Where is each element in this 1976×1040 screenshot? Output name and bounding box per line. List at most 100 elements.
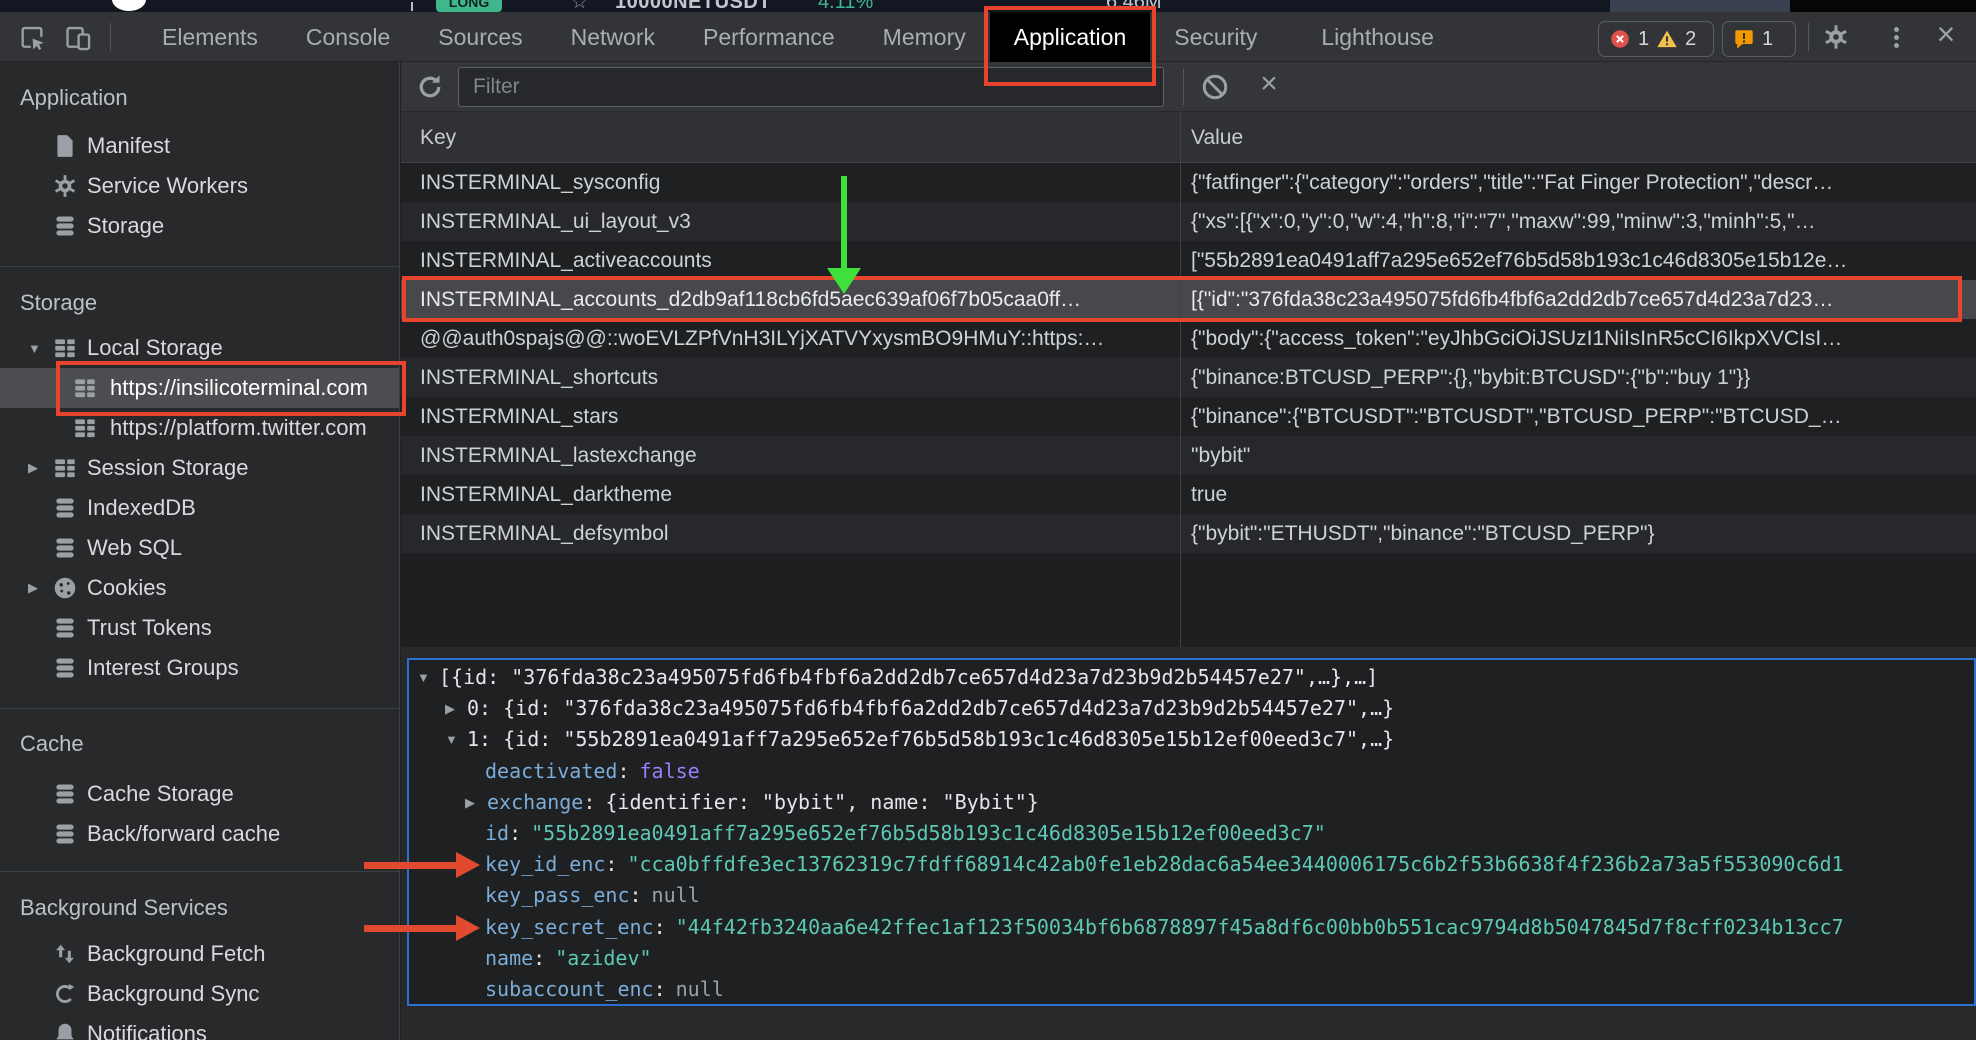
storage-value-preview[interactable]: ▼[{id: "376fda38c23a495075fd6fb4fbf6a2dd… [407,658,1976,1006]
sidebar-item-background-sync[interactable]: Background Sync [0,974,399,1014]
sidebar-item-interest-groups[interactable]: Interest Groups [0,648,399,688]
sidebar-item-cache-storage[interactable]: Cache Storage [0,774,399,814]
preview-line: ▶0: {id: "376fda38c23a495075fd6fb4fbf6a2… [409,693,1974,724]
sidebar-item-storage[interactable]: Storage [0,206,399,246]
toolbar-divider [1808,23,1809,51]
sidebar-item-label: Interest Groups [87,655,239,681]
disclosure-triangle-icon[interactable]: ▼ [417,662,439,693]
column-header-key[interactable]: Key [420,112,456,163]
tab-security[interactable]: Security [1150,12,1281,62]
tab-application[interactable]: Application [990,12,1151,62]
key-value-separator: : [617,759,629,783]
key-value-separator: : [630,883,642,907]
sidebar-item-cookies[interactable]: ▶ Cookies [0,568,399,608]
table-row[interactable]: INSTERMINAL_defsymbol {"bybit":"ETHUSDT"… [401,514,1976,553]
bell-icon [52,1021,78,1040]
toolbar-divider [110,23,111,51]
table-row[interactable]: INSTERMINAL_sysconfig {"fatfinger":{"cat… [401,163,1976,202]
sync-arrows-icon [52,981,78,1007]
volume-value: 6.46M [1106,0,1162,12]
sidebar-item-manifest[interactable]: Manifest [0,126,399,166]
database-icon [52,781,78,807]
disclosure-triangle-icon[interactable]: ▶ [445,693,467,724]
issues-icon [1733,28,1755,50]
chevron-down-icon[interactable]: ▼ [28,341,52,356]
table-row[interactable]: INSTERMINAL_lastexchange "bybit" [401,436,1976,475]
sidebar-item-label: Web SQL [87,535,182,561]
settings-gear-icon[interactable] [1822,23,1850,51]
preview-text: 1: {id: "55b2891ea0491aff7a295e652ef76b5… [467,727,1394,751]
sidebar-item-web-sql[interactable]: Web SQL [0,528,399,568]
table-row[interactable]: INSTERMINAL_ui_layout_v3 {"xs":[{"x":0,"… [401,202,1976,241]
sidebar-item-indexeddb[interactable]: IndexedDB [0,488,399,528]
sidebar-item-twitter-origin[interactable]: https://platform.twitter.com [0,408,399,448]
device-toolbar-icon[interactable] [64,24,92,52]
row-value: true [1180,483,1976,507]
sidebar-item-label: Background Fetch [87,941,266,967]
table-row[interactable]: INSTERMINAL_stars {"binance":{"BTCUSDT":… [401,397,1976,436]
preview-property-key-secret-enc: key_secret_enc:"44f42fb3240aa6e42ffec1af… [409,912,1974,943]
column-header-value[interactable]: Value [1191,112,1243,163]
sidebar-item-service-workers[interactable]: Service Workers [0,166,399,206]
tab-network[interactable]: Network [547,12,679,62]
sidebar-item-back-forward-cache[interactable]: Back/forward cache [0,814,399,854]
table-row[interactable]: @@auth0spajs@@::woEVLZPfVnH3ILYjXATVYxys… [401,319,1976,358]
kebab-menu-icon[interactable] [1888,24,1904,51]
symbol-ticker: 10000NETUSDT [615,0,771,12]
preview-line: ▼[{id: "376fda38c23a495075fd6fb4fbf6a2dd… [409,662,1974,693]
page-popup-bump [112,0,146,11]
sidebar-item-local-storage[interactable]: ▼ Local Storage [0,328,399,368]
gear-icon [52,173,78,199]
database-icon [52,655,78,681]
table-row-selected-accounts[interactable]: INSTERMINAL_accounts_d2db9af118cb6fd5aec… [401,280,1976,319]
disclosure-triangle-icon[interactable]: ▼ [445,724,467,755]
tab-performance[interactable]: Performance [679,12,859,62]
sidebar-item-session-storage[interactable]: ▶ Session Storage [0,448,399,488]
star-icon: ☆ [571,0,588,12]
sidebar-item-label: Local Storage [87,335,223,361]
sidebar-item-insilicoterminal-origin[interactable]: https://insilicoterminal.com [0,368,399,408]
console-status-badges[interactable]: 1 2 [1598,21,1714,57]
database-icon [52,495,78,521]
column-divider[interactable] [1180,112,1181,647]
table-row[interactable]: INSTERMINAL_darktheme true [401,475,1976,514]
disclosure-triangle-icon[interactable]: ▶ [465,787,487,818]
chevron-right-icon[interactable]: ▶ [28,460,52,476]
close-devtools-icon[interactable]: × [1926,16,1966,53]
chevron-right-icon[interactable]: ▶ [28,580,52,596]
issues-badge[interactable]: 1 [1722,21,1796,57]
delete-all-icon[interactable] [1200,72,1230,102]
tab-sources[interactable]: Sources [414,12,546,62]
refresh-icon[interactable] [415,72,445,102]
tab-lighthouse[interactable]: Lighthouse [1297,12,1458,62]
devtools-tabbar: Elements Console Sources Network Perform… [0,12,1976,62]
property-key: deactivated [485,759,617,783]
tab-elements[interactable]: Elements [138,12,282,62]
inspect-element-icon[interactable] [18,24,46,52]
property-value: "cca0bffdfe3ec13762319c7fdff68914c42ab0f… [627,852,1843,876]
key-value-separator: : [509,821,521,845]
delete-selected-icon[interactable]: × [1251,67,1287,101]
page-strip-dark [1790,0,1976,12]
property-value: "44f42fb3240aa6e42ffec1af123f50034bf6b68… [676,915,1844,939]
sidebar-item-notifications[interactable]: Notifications [0,1014,399,1040]
table-row[interactable]: INSTERMINAL_activeaccounts ["55b2891ea04… [401,241,1976,280]
storage-toolbar: × [401,62,1976,112]
page-behind-strip: LONG ☆ 10000NETUSDT 4.11% 6.46M [0,0,1976,12]
table-row[interactable]: INSTERMINAL_shortcuts {"binance:BTCUSD_P… [401,358,1976,397]
preview-property-id: id:"55b2891ea0491aff7a295e652ef76b5d58b1… [409,818,1974,849]
page-strip-shade [1610,0,1790,12]
percent-change: 4.11% [818,0,873,12]
section-title-cache: Cache [0,730,399,758]
tab-console[interactable]: Console [282,12,414,62]
preview-area: ▼[{id: "376fda38c23a495075fd6fb4fbf6a2dd… [401,647,1976,1040]
tab-memory[interactable]: Memory [859,12,990,62]
property-key: id [485,821,509,845]
sidebar-item-trust-tokens[interactable]: Trust Tokens [0,608,399,648]
sidebar-item-background-fetch[interactable]: Background Fetch [0,934,399,974]
filter-input[interactable] [458,67,1164,107]
property-key: subaccount_enc [485,977,654,1001]
error-count: 1 [1638,28,1649,51]
manifest-file-icon [52,133,78,159]
devtools-window: LONG ☆ 10000NETUSDT 4.11% 6.46M Elements… [0,0,1976,1040]
